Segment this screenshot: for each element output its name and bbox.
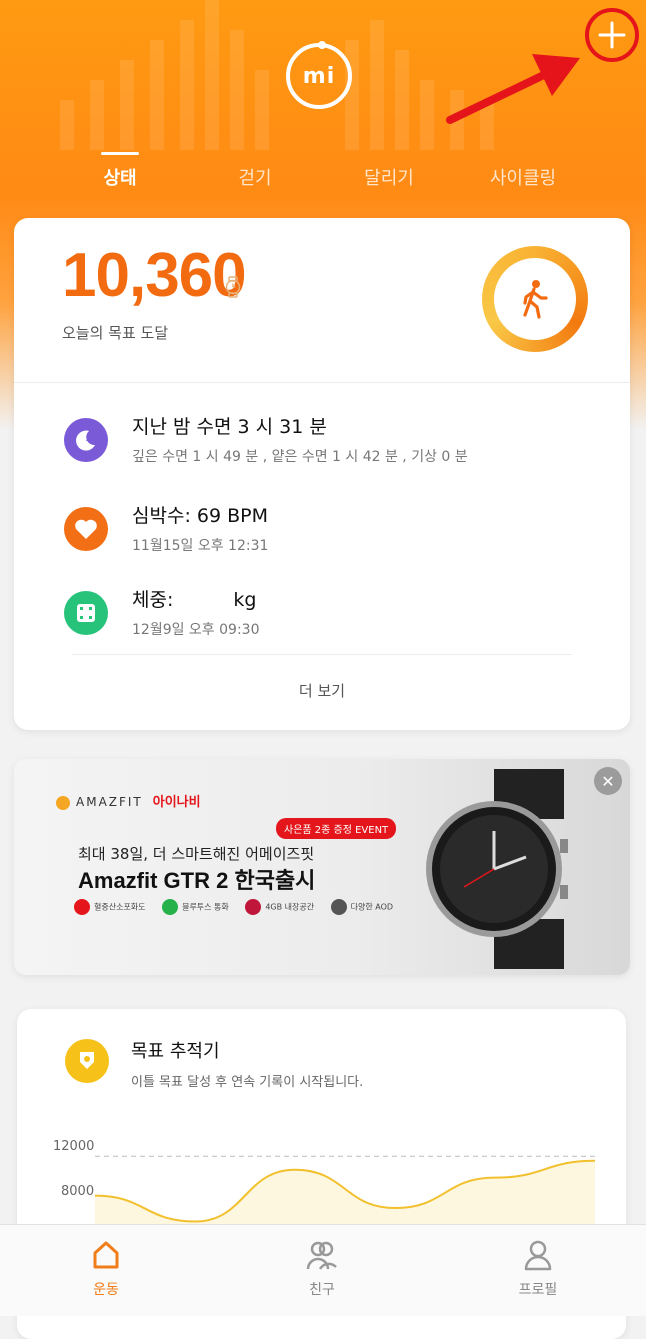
- weight-label: 체중:: [132, 589, 174, 611]
- weight-time: 12월9일 오후 09:30: [132, 622, 260, 638]
- y-tick-label: 12000: [53, 1139, 94, 1154]
- watch-icon: [225, 276, 241, 298]
- series-area: [95, 1160, 595, 1227]
- ad-close-button[interactable]: ✕: [594, 767, 622, 795]
- walking-person-icon: [523, 280, 548, 319]
- ad-product-title: Amazfit GTR 2 한국출시: [78, 868, 316, 893]
- moon-sleep-icon: z: [64, 418, 108, 462]
- nav-exercise[interactable]: 운동: [66, 1239, 146, 1299]
- ad-banner[interactable]: AMAZFIT 아이나비 사은품 2종 증정 EVENT 최대 38일, 더 스마…: [14, 759, 630, 975]
- svg-text:z: z: [86, 434, 91, 443]
- ad-brand: AMAZFIT 아이나비: [56, 791, 201, 810]
- ad-feature: 혈중산소포화도: [74, 899, 146, 915]
- goal-tracker-subtitle: 이틀 목표 달성 후 연속 기록이 시작됩니다.: [131, 1075, 364, 1090]
- tab-status[interactable]: 상태: [103, 164, 136, 190]
- y-tick-label: 8000: [61, 1184, 94, 1199]
- mi-logo: mi: [286, 41, 352, 109]
- goal-chart: 12000 8000: [53, 1139, 596, 1227]
- more-button[interactable]: 더 보기: [14, 680, 630, 701]
- logo-dot: [318, 41, 326, 49]
- ad-feature: 4GB 내장공간: [245, 899, 314, 915]
- add-button[interactable]: [585, 8, 639, 62]
- red-arrow-annotation: [446, 54, 580, 124]
- ad-brand-name: AMAZFIT: [76, 795, 143, 809]
- heart-rate-title: 심박수: 69 BPM: [132, 505, 268, 527]
- ad-features: 혈중산소포화도 블루투스 통화 4GB 내장공간 다양한 AOD: [74, 899, 407, 915]
- nav-profile[interactable]: 프로필: [498, 1239, 578, 1299]
- logo-text: mi: [302, 63, 336, 89]
- smartwatch-image: [426, 769, 568, 969]
- friends-icon: [306, 1241, 337, 1270]
- goal-reached-text: 오늘의 목표 도달: [62, 324, 169, 342]
- step-count[interactable]: 10,360: [62, 240, 247, 311]
- tab-indicator: [101, 152, 139, 155]
- bottom-navigation: 운동 친구 프로필: [0, 1224, 646, 1316]
- activity-ring[interactable]: [482, 246, 588, 352]
- inner-divider: [72, 654, 572, 655]
- ad-partner-name: 아이나비: [152, 795, 201, 810]
- nav-friends[interactable]: 친구: [282, 1239, 362, 1299]
- scale-icon: [64, 591, 108, 635]
- heart-icon: [64, 507, 108, 551]
- ad-headline: 최대 38일, 더 스마트해진 어메이즈핏: [78, 845, 315, 863]
- tab-running[interactable]: 달리기: [364, 164, 414, 190]
- profile-icon: [524, 1240, 552, 1271]
- amazfit-logo-icon: [56, 795, 70, 810]
- nav-label: 프로필: [518, 1282, 558, 1298]
- ad-feature: 다양한 AOD: [330, 899, 393, 915]
- card-divider: [14, 382, 630, 383]
- sleep-detail: 깊은 수면 1 시 49 분 , 얕은 수면 1 시 42 분 , 기상 0 분: [132, 449, 468, 465]
- weight-value-redacted: [173, 591, 234, 610]
- plus-icon: [598, 21, 626, 49]
- tab-cycling[interactable]: 사이클링: [490, 164, 556, 190]
- status-card: 10,360 오늘의 목표 도달 z 지난 밤 수면 3 시 31 분 깊은 수…: [14, 218, 630, 730]
- ad-event-badge: 사은품 2종 증정 EVENT: [276, 818, 397, 839]
- tab-walking[interactable]: 걷기: [238, 164, 271, 190]
- nav-label: 친구: [309, 1282, 335, 1298]
- nav-label: 운동: [93, 1282, 119, 1298]
- weight-title: 체중: kg: [132, 585, 256, 612]
- home-icon: [93, 1241, 119, 1269]
- activity-tabs: 상태 걷기 달리기 사이클링: [0, 150, 646, 200]
- ad-feature: 블루투스 통화: [162, 899, 229, 915]
- weight-unit: kg: [233, 589, 257, 611]
- goal-tracker-title: 목표 추적기: [131, 1041, 220, 1062]
- heart-rate-time: 11월15일 오후 12:31: [132, 538, 269, 554]
- sleep-title: 지난 밤 수면 3 시 31 분: [132, 416, 327, 438]
- trophy-badge-icon: [65, 1039, 109, 1083]
